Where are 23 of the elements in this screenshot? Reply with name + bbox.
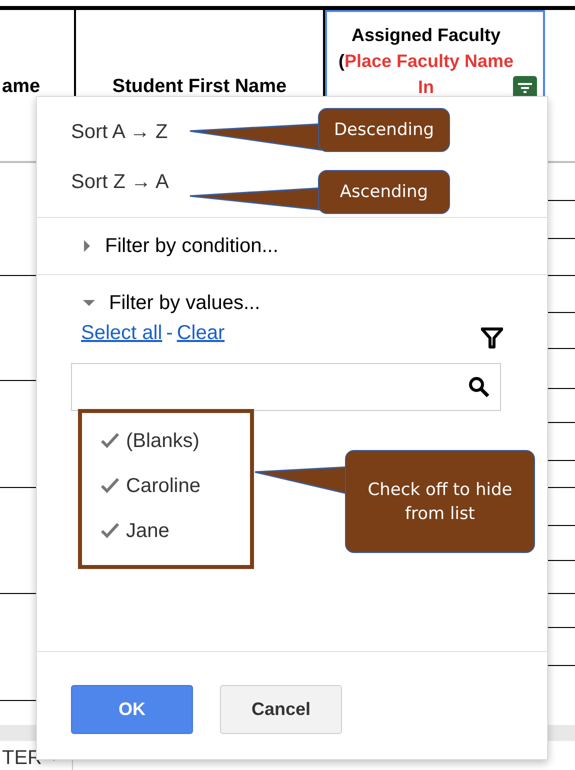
callout-note: Descending bbox=[318, 108, 450, 152]
search-field[interactable] bbox=[71, 363, 501, 411]
sort-option[interactable]: Sort A → Z bbox=[71, 117, 168, 147]
filter-section-toggle[interactable]: Filter by condition... bbox=[37, 218, 547, 274]
callout-note: Ascending bbox=[318, 170, 450, 214]
value-option[interactable]: Jane bbox=[100, 515, 250, 546]
caret-down-icon bbox=[83, 299, 95, 307]
select-all-link[interactable]: Select all bbox=[81, 318, 162, 348]
cancel-button[interactable]: Cancel bbox=[220, 685, 342, 734]
sort-option[interactable]: Sort Z → A bbox=[71, 167, 169, 197]
search-icon bbox=[468, 376, 490, 398]
value-option[interactable]: (Blanks) bbox=[100, 425, 250, 456]
clear-link[interactable]: Clear bbox=[176, 318, 225, 348]
link-separator: - bbox=[166, 321, 173, 346]
ok-button[interactable]: OK bbox=[71, 685, 193, 734]
column-title: ame bbox=[2, 74, 40, 98]
callout-note: Check off to hide from list bbox=[345, 450, 535, 553]
column-title: Student First Name bbox=[112, 74, 287, 98]
column-title: Assigned Faculty (Place Faculty Name In bbox=[337, 24, 515, 99]
filter-lines-icon bbox=[517, 82, 533, 94]
filter-icon[interactable] bbox=[481, 327, 503, 349]
caret-right-icon bbox=[83, 240, 91, 252]
value-option[interactable]: Caroline bbox=[100, 470, 250, 501]
